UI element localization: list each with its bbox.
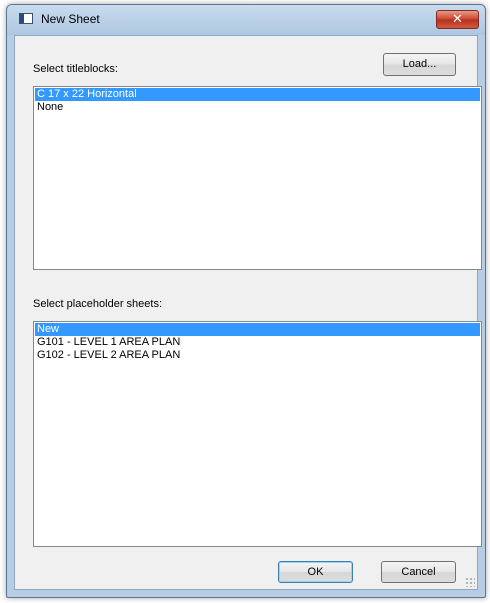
list-item[interactable]: New bbox=[35, 323, 480, 336]
cancel-button[interactable]: Cancel bbox=[381, 561, 456, 583]
close-icon: ✕ bbox=[452, 11, 463, 26]
new-sheet-dialog: New Sheet ✕ Select titleblocks: Load... … bbox=[6, 4, 486, 598]
list-item[interactable]: C 17 x 22 Horizontal bbox=[35, 88, 480, 101]
close-button[interactable]: ✕ bbox=[436, 10, 479, 29]
window-app-icon bbox=[19, 13, 33, 24]
dialog-body: Select titleblocks: Load... C 17 x 22 Ho… bbox=[14, 35, 482, 590]
ok-button[interactable]: OK bbox=[278, 561, 353, 583]
list-item[interactable]: G102 - LEVEL 2 AREA PLAN bbox=[35, 349, 480, 362]
list-item[interactable]: None bbox=[35, 101, 480, 114]
titleblocks-list[interactable]: C 17 x 22 Horizontal None bbox=[33, 86, 482, 270]
window-title: New Sheet bbox=[41, 12, 100, 26]
list-item[interactable]: G101 - LEVEL 1 AREA PLAN bbox=[35, 336, 480, 349]
load-button[interactable]: Load... bbox=[383, 53, 456, 76]
titleblocks-label: Select titleblocks: bbox=[33, 63, 118, 75]
resize-grip-icon[interactable] bbox=[465, 577, 475, 587]
placeholder-sheets-label: Select placeholder sheets: bbox=[33, 298, 163, 310]
placeholder-sheets-list[interactable]: New G101 - LEVEL 1 AREA PLAN G102 - LEVE… bbox=[33, 321, 482, 547]
title-bar[interactable]: New Sheet ✕ bbox=[7, 5, 485, 35]
